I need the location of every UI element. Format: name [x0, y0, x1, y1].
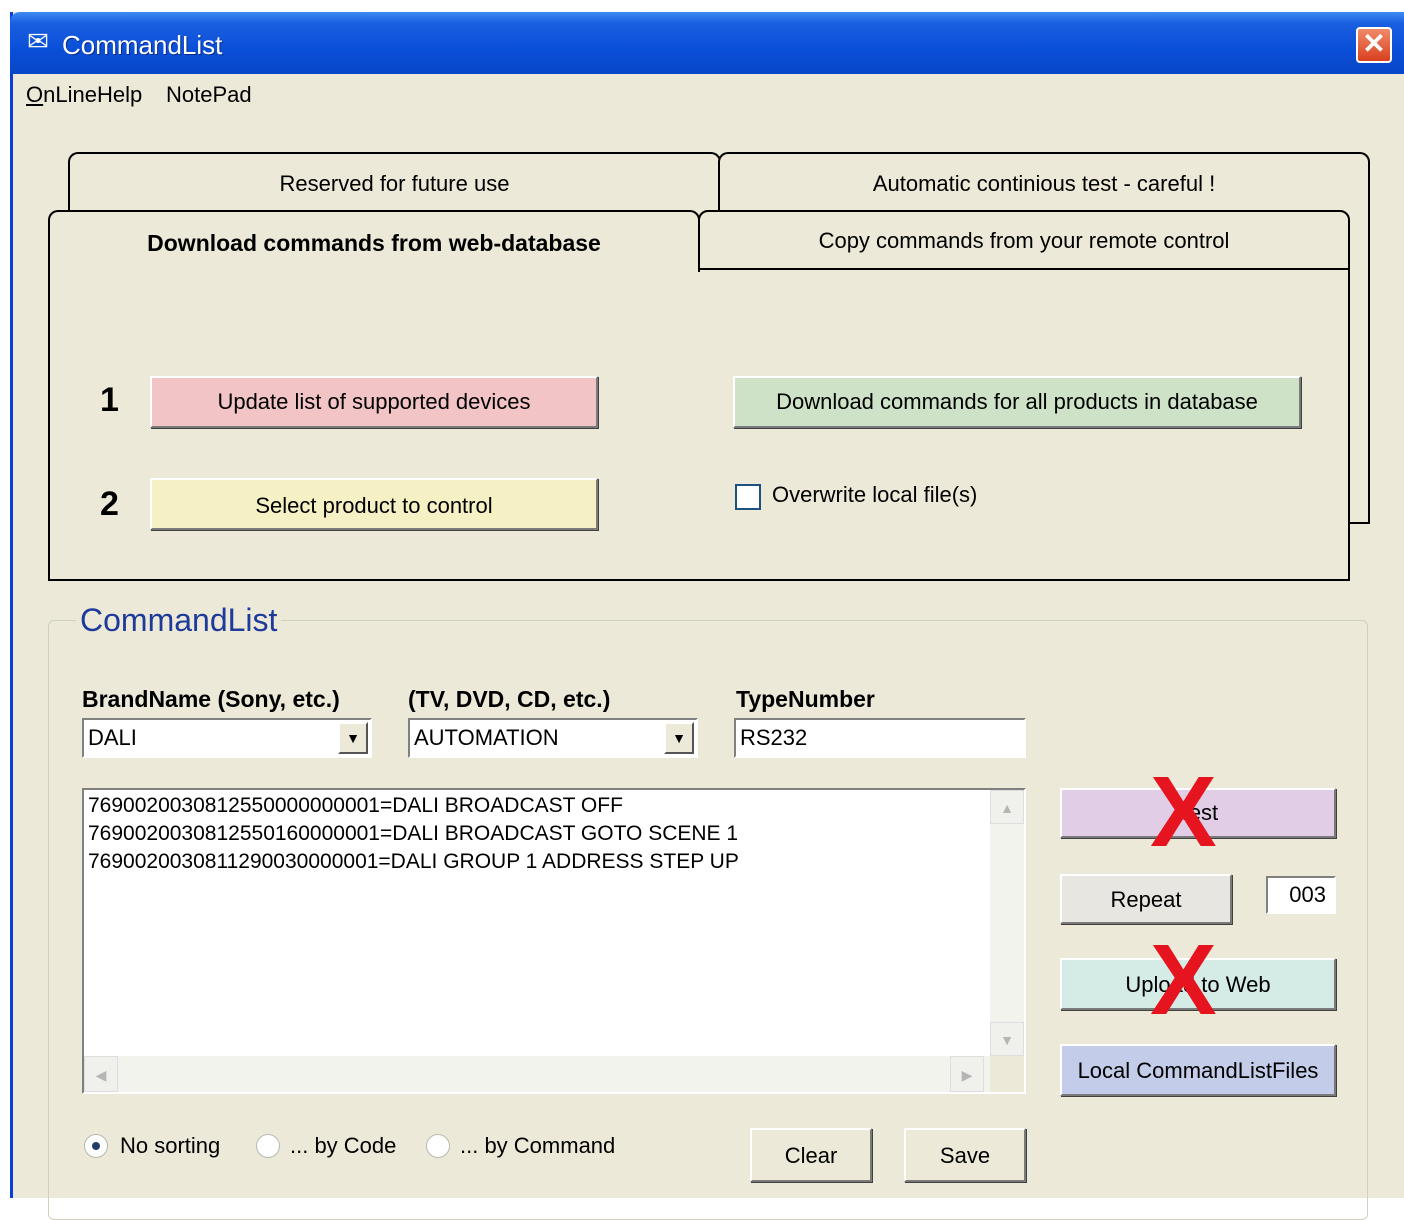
scroll-left-icon[interactable]: ◀ [84, 1056, 118, 1092]
scroll-right-icon[interactable]: ▶ [950, 1056, 984, 1092]
typenumber-input[interactable]: RS232 [734, 718, 1026, 758]
scroll-up-icon[interactable]: ▲ [990, 790, 1024, 824]
tab-download-commands[interactable]: Download commands from web-database [48, 210, 700, 272]
select-product-button[interactable]: Select product to control [150, 478, 598, 530]
step-1-number: 1 [100, 381, 119, 419]
back-tab-panel-edge [1348, 212, 1370, 524]
local-files-button[interactable]: Local CommandListFiles [1060, 1044, 1336, 1096]
chevron-down-icon[interactable]: ▼ [338, 722, 368, 754]
device-type-label: (TV, DVD, CD, etc.) [408, 686, 611, 712]
download-all-button[interactable]: Download commands for all products in da… [733, 376, 1301, 428]
device-type-select[interactable]: AUTOMATION ▼ [408, 718, 698, 758]
overwrite-label: Overwrite local file(s) [772, 482, 978, 507]
sort-by-code-radio[interactable] [256, 1134, 280, 1158]
step-2-number: 2 [100, 485, 119, 523]
repeat-button[interactable]: Repeat [1060, 874, 1232, 924]
sort-by-code-label: ... by Code [290, 1133, 397, 1158]
save-button[interactable]: Save [904, 1128, 1026, 1182]
list-item[interactable]: 7690020030811290030000001=DALI GROUP 1 A… [88, 848, 988, 876]
tab-automatic-test[interactable]: Automatic continious test - careful ! [718, 152, 1370, 214]
clear-button[interactable]: Clear [750, 1128, 872, 1182]
vertical-scrollbar[interactable] [990, 790, 1024, 1056]
scrollbar-corner [990, 1056, 1024, 1092]
menu-notepad[interactable]: NotePad [166, 80, 252, 110]
commandlist-title: CommandList [76, 598, 282, 642]
disabled-x-icon: X [1150, 924, 1217, 1036]
list-item[interactable]: 7690020030812550000000001=DALI BROADCAST… [88, 792, 988, 820]
horizontal-scrollbar[interactable] [84, 1056, 990, 1092]
close-button[interactable]: ✕ [1356, 27, 1392, 63]
no-sorting-radio[interactable] [84, 1134, 108, 1158]
update-devices-button[interactable]: Update list of supported devices [150, 376, 598, 428]
no-sorting-label: No sorting [120, 1133, 221, 1158]
menu-onlinehelp[interactable]: OnLineHelp [26, 80, 142, 110]
disabled-x-icon: X [1150, 756, 1217, 868]
brand-select-value: DALI [88, 725, 137, 750]
repeat-count-input[interactable]: 003 [1266, 876, 1336, 914]
sort-by-command-radio[interactable] [426, 1134, 450, 1158]
typenumber-label: TypeNumber [736, 686, 875, 712]
overwrite-checkbox[interactable] [735, 484, 761, 510]
chevron-down-icon[interactable]: ▼ [664, 722, 694, 754]
brand-label: BrandName (Sony, etc.) [82, 686, 340, 712]
tab-reserved[interactable]: Reserved for future use [68, 152, 721, 214]
command-lines: 7690020030812550000000001=DALI BROADCAST… [88, 792, 988, 876]
tab-copy-commands[interactable]: Copy commands from your remote control [698, 210, 1350, 270]
window-title: CommandList [62, 30, 223, 60]
device-type-select-value: AUTOMATION [414, 725, 559, 750]
scroll-down-icon[interactable]: ▼ [990, 1022, 1024, 1056]
sort-by-command-label: ... by Command [460, 1133, 616, 1158]
app-icon: ✉ [27, 26, 49, 56]
brand-select[interactable]: DALI ▼ [82, 718, 372, 758]
list-item[interactable]: 7690020030812550160000001=DALI BROADCAST… [88, 820, 988, 848]
